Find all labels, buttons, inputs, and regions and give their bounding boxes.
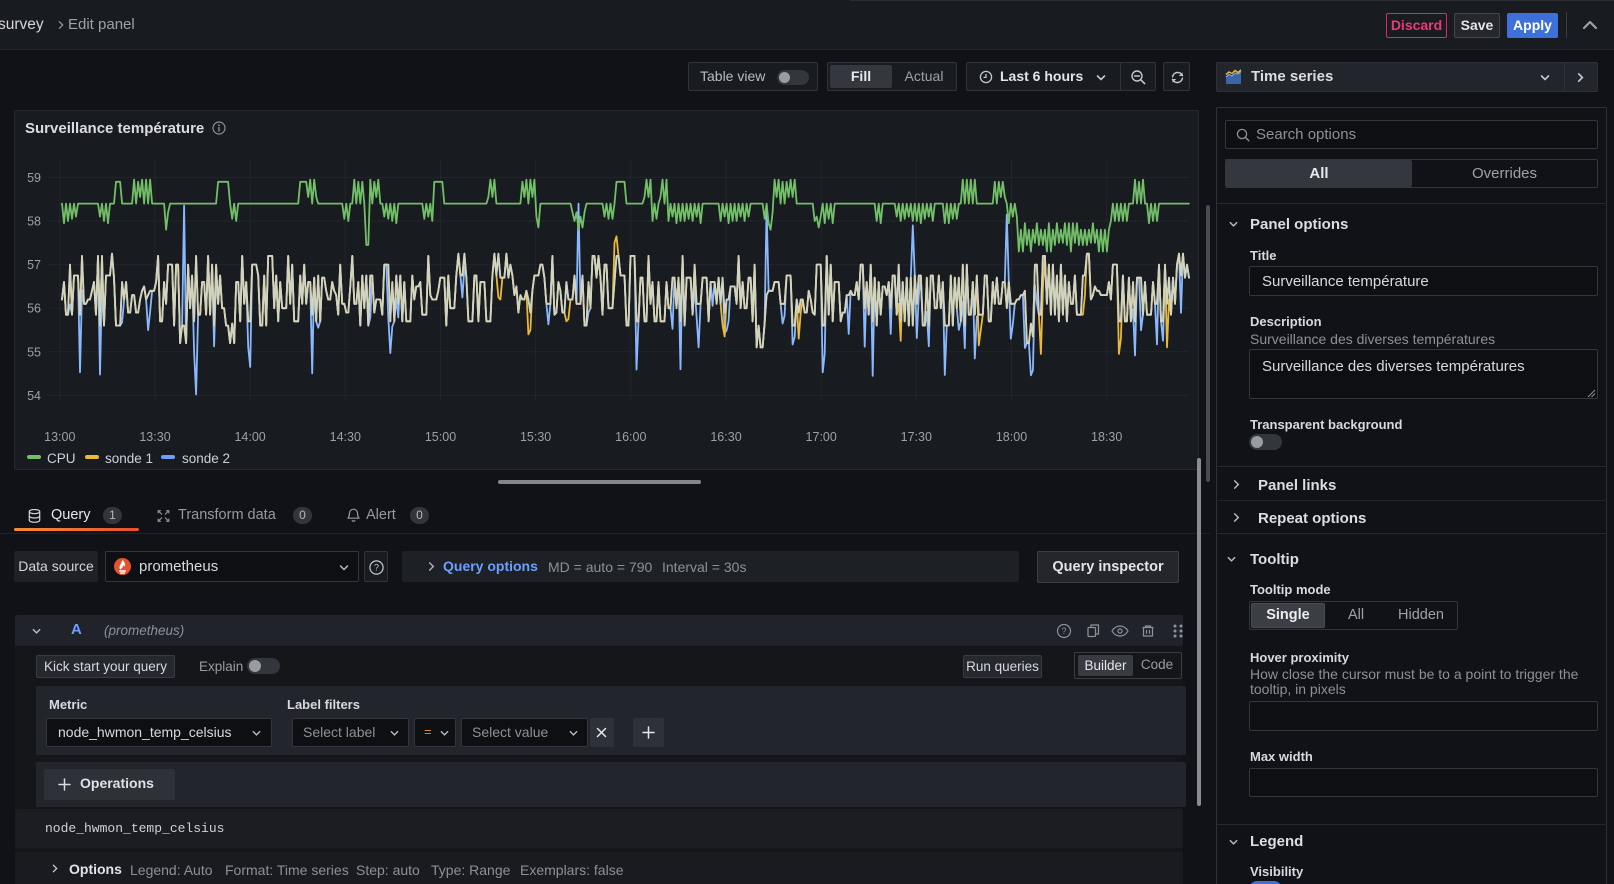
svg-text:18:00: 18:00	[996, 430, 1027, 444]
svg-text:13:30: 13:30	[139, 430, 170, 444]
svg-text:14:00: 14:00	[234, 430, 265, 444]
svg-text:CPU: CPU	[47, 451, 76, 466]
svg-text:58: 58	[27, 215, 41, 229]
svg-text:55: 55	[27, 345, 41, 359]
svg-text:15:30: 15:30	[520, 430, 551, 444]
svg-text:18:30: 18:30	[1091, 430, 1122, 444]
svg-text:16:00: 16:00	[615, 430, 646, 444]
svg-text:14:30: 14:30	[330, 430, 361, 444]
svg-text:16:30: 16:30	[710, 430, 741, 444]
svg-text:13:00: 13:00	[44, 430, 75, 444]
svg-text:sonde 1: sonde 1	[105, 451, 153, 466]
svg-text:sonde 2: sonde 2	[182, 451, 230, 466]
svg-text:?: ?	[374, 563, 379, 573]
svg-text:17:30: 17:30	[901, 430, 932, 444]
svg-text:17:00: 17:00	[806, 430, 837, 444]
svg-text:?: ?	[1061, 626, 1066, 636]
svg-text:57: 57	[27, 258, 41, 272]
svg-text:15:00: 15:00	[425, 430, 456, 444]
svg-text:56: 56	[27, 302, 41, 316]
svg-text:54: 54	[27, 389, 41, 403]
svg-text:59: 59	[27, 171, 41, 185]
